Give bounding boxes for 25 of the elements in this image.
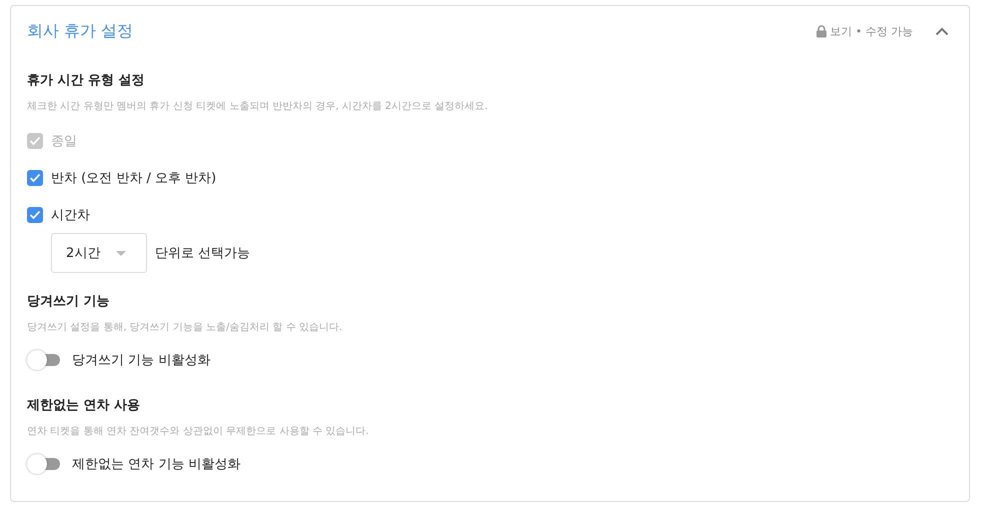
toggle-switch[interactable] [26, 348, 62, 372]
check-icon [29, 172, 41, 182]
checkbox[interactable] [27, 170, 43, 186]
checkbox-label: 종일 [51, 132, 77, 150]
toggle-label: 당겨쓰기 기능 비활성화 [72, 352, 210, 369]
section-title: 당겨쓰기 기능 [27, 293, 111, 311]
toggle-label: 제한없는 연차 기능 비활성화 [72, 456, 240, 473]
checkbox[interactable] [27, 206, 43, 222]
check-icon [29, 210, 41, 220]
section-title: 제한없는 연차 사용 [27, 397, 142, 415]
checkbox-label: 시간차 [51, 206, 90, 224]
unit-dropdown[interactable]: 2시간 [51, 233, 147, 273]
unit-label: 단위로 선택가능 [155, 245, 250, 262]
caret-icon [116, 250, 126, 256]
permission-label: 보기 • 수정 가능 [830, 24, 913, 38]
toggle-switch[interactable] [26, 452, 62, 476]
collapse-toggle[interactable] [935, 26, 949, 36]
section-title: 휴가 시간 유형 설정 [27, 72, 146, 90]
panel-title: 회사 휴가 설정 [27, 20, 134, 42]
checkbox-label: 반차 (오전 반차 / 오후 반차) [51, 170, 216, 186]
section-description: 당겨쓰기 설정을 통해, 당겨쓰기 기능을 노출/숨김처리 할 수 있습니다. [27, 321, 344, 335]
section-description: 연차 티켓을 통해 연차 잔여갯수와 상관없이 무제한으로 사용할 수 있습니다. [27, 425, 370, 439]
section-description: 체크한 시간 유형만 멤버의 휴가 신청 티켓에 노출되며 반반차의 경우, 시간차를 2시간으로 설정하세요. [27, 100, 489, 114]
lock-icon [816, 24, 828, 38]
check-icon [29, 136, 41, 146]
